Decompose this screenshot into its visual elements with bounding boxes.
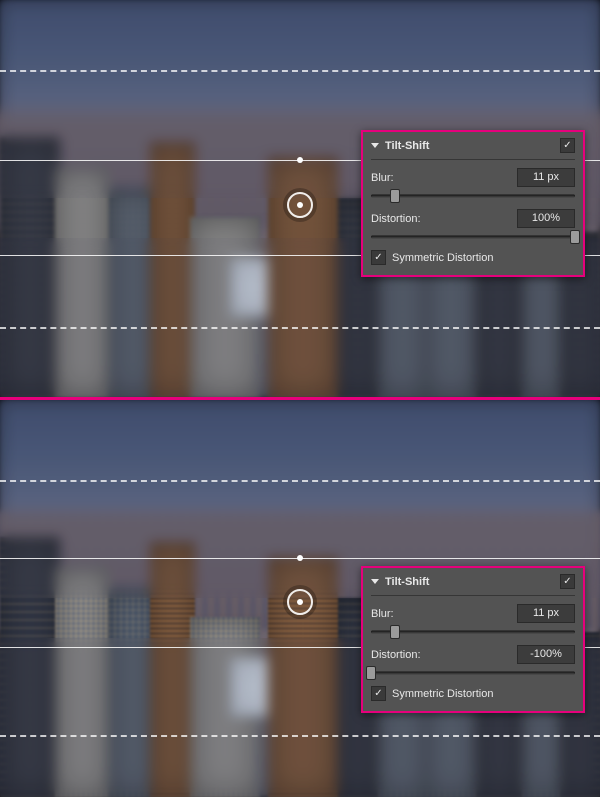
- tilt-shift-panel: Tilt-Shift Blur: 11 px Distortion: -100%…: [361, 566, 585, 713]
- distortion-slider[interactable]: [371, 666, 575, 680]
- chevron-down-icon[interactable]: [371, 143, 379, 148]
- blur-slider[interactable]: [371, 189, 575, 203]
- result-image-bottom: Tilt-Shift Blur: 11 px Distortion: -100%…: [0, 400, 600, 797]
- chevron-down-icon[interactable]: [371, 579, 379, 584]
- symmetric-distortion-label: Symmetric Distortion: [392, 688, 493, 700]
- result-image-top: Tilt-Shift Blur: 11 px Distortion: 100% …: [0, 0, 600, 397]
- distortion-label: Distortion:: [371, 213, 509, 225]
- panel-title: Tilt-Shift: [385, 576, 554, 588]
- distortion-label: Distortion:: [371, 649, 509, 661]
- guide-dashed-bottom[interactable]: [0, 735, 600, 737]
- blur-value[interactable]: 11 px: [517, 604, 575, 623]
- symmetric-distortion-label: Symmetric Distortion: [392, 252, 493, 264]
- guide-dashed-bottom[interactable]: [0, 327, 600, 329]
- blur-label: Blur:: [371, 172, 509, 184]
- panel-enabled-checkbox[interactable]: [560, 574, 575, 589]
- tilt-shift-panel: Tilt-Shift Blur: 11 px Distortion: 100% …: [361, 130, 585, 277]
- blur-value[interactable]: 11 px: [517, 168, 575, 187]
- symmetric-distortion-checkbox[interactable]: [371, 250, 386, 265]
- distortion-value[interactable]: 100%: [517, 209, 575, 228]
- guide-dashed-top[interactable]: [0, 480, 600, 482]
- distortion-value[interactable]: -100%: [517, 645, 575, 664]
- guide-dashed-top[interactable]: [0, 70, 600, 72]
- guide-handle-top[interactable]: [297, 555, 303, 561]
- blur-slider[interactable]: [371, 625, 575, 639]
- symmetric-distortion-checkbox[interactable]: [371, 686, 386, 701]
- tilt-shift-pin[interactable]: [287, 192, 313, 218]
- guide-handle-top[interactable]: [297, 157, 303, 163]
- tilt-shift-pin[interactable]: [287, 589, 313, 615]
- panel-enabled-checkbox[interactable]: [560, 138, 575, 153]
- blur-label: Blur:: [371, 608, 509, 620]
- panel-title: Tilt-Shift: [385, 140, 554, 152]
- distortion-slider[interactable]: [371, 230, 575, 244]
